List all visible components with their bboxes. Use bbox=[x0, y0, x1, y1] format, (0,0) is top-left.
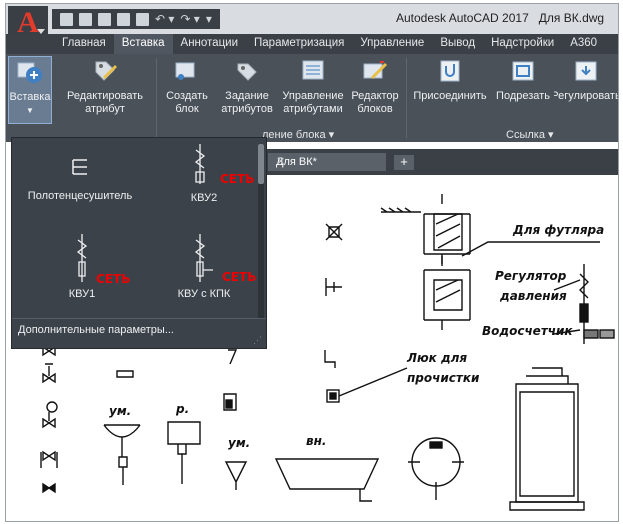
gallery-scrollbar[interactable] bbox=[258, 144, 264, 319]
label-meter: Водосчетчик bbox=[482, 324, 573, 338]
label-sleeve: Для футляра bbox=[513, 223, 605, 237]
gallery-item-label: Полотенцесушитель bbox=[27, 190, 133, 202]
label-sink-3: ум. bbox=[228, 436, 251, 450]
network-tag: СЕТЬ bbox=[220, 172, 255, 186]
gallery-divider bbox=[12, 318, 266, 319]
network-tag: СЕТЬ bbox=[96, 272, 131, 286]
bath-symbol bbox=[274, 458, 380, 502]
block-gallery-dropdown: Полотенцесушитель СЕТЬ КВУ2 СЕТЬ КВУ1 СЕ… bbox=[11, 137, 267, 349]
fitting-symbol bbox=[324, 223, 408, 403]
label-hatch-2: прочистки bbox=[407, 371, 480, 385]
gallery-item-kvu1[interactable]: СЕТЬ КВУ1 bbox=[22, 232, 142, 300]
gallery-item-label: КВУ1 bbox=[68, 288, 96, 300]
more-options-link[interactable]: Дополнительные параметры... bbox=[18, 324, 174, 336]
label-sink-2: р. bbox=[176, 402, 190, 416]
scrollbar-thumb[interactable] bbox=[258, 144, 264, 184]
resize-grip-icon[interactable]: ⋰ bbox=[253, 335, 262, 346]
autocad-window: A ↶ ▾ ↷ ▾ ▾ Autodesk AutoCAD 2017 Для ВК… bbox=[5, 3, 619, 522]
label-bath: вн. bbox=[306, 434, 327, 448]
network-tag: СЕТЬ bbox=[222, 270, 257, 284]
wall-sleeve-symbol bbox=[380, 194, 600, 330]
sink-symbol bbox=[103, 349, 248, 490]
label-hatch-1: Люк для bbox=[407, 351, 468, 365]
gallery-item-kvu-kpk[interactable]: СЕТЬ КВУ с КПК bbox=[152, 232, 256, 300]
tank-symbol bbox=[509, 367, 585, 511]
label-regulator-1: Регулятор bbox=[495, 269, 567, 283]
cleanout-hatch-symbol bbox=[408, 437, 464, 500]
gallery-item-label: КВУ с КПК bbox=[177, 288, 231, 300]
label-regulator-2: давления bbox=[500, 289, 567, 303]
gallery-item-kvu2[interactable]: СЕТЬ КВУ2 bbox=[152, 142, 256, 204]
gallery-item-towel-warmer[interactable]: Полотенцесушитель bbox=[16, 148, 144, 202]
valve-symbol bbox=[40, 345, 58, 494]
gallery-item-label: КВУ2 bbox=[190, 192, 218, 204]
label-sink-1: ум. bbox=[109, 404, 132, 418]
towel-warmer-icon bbox=[72, 159, 87, 175]
